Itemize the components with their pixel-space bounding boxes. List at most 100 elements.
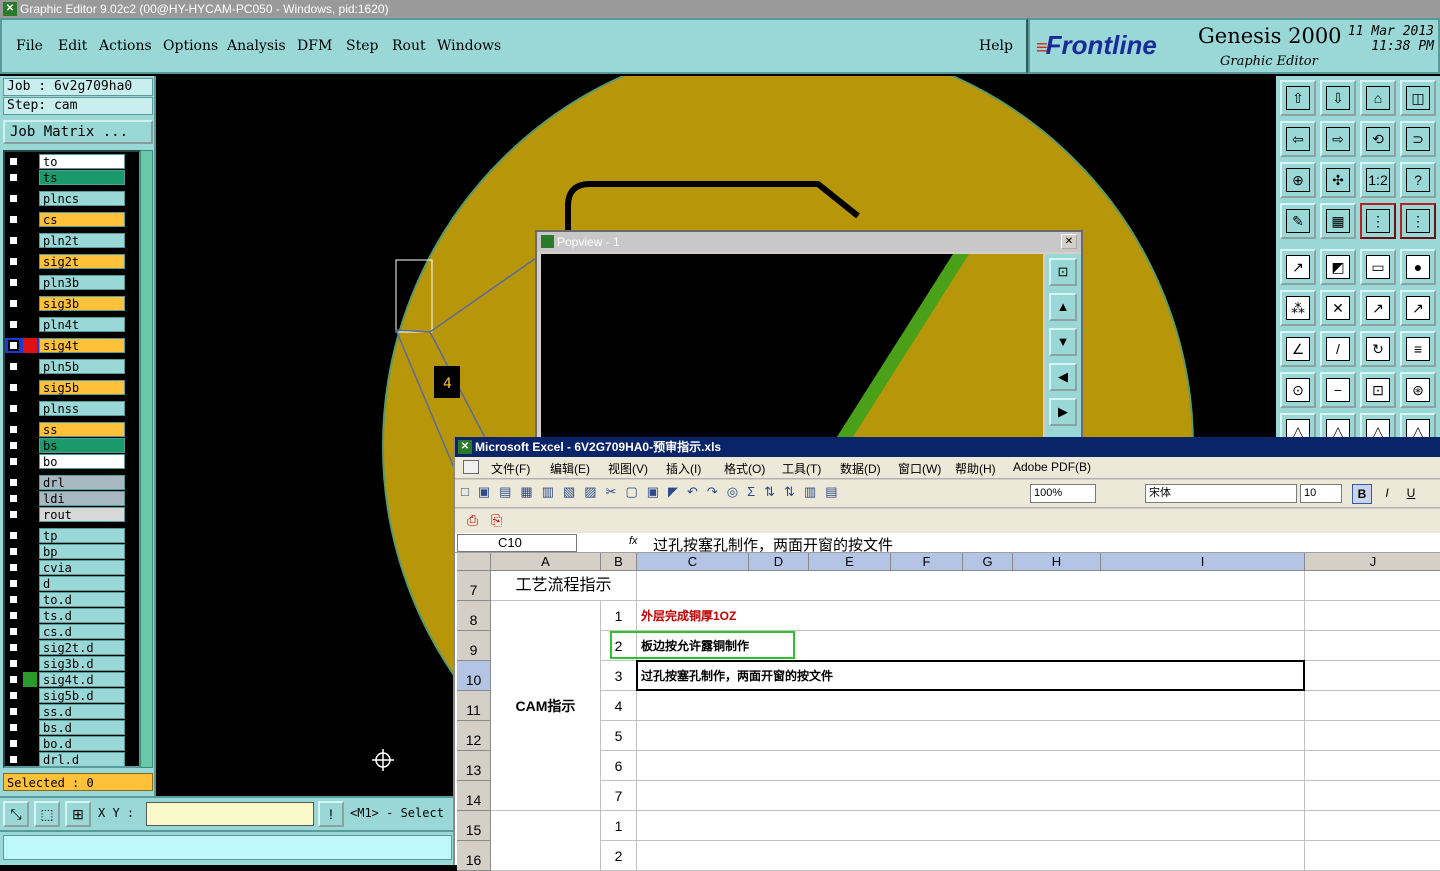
tool-button[interactable]: ⌂ — [1360, 80, 1396, 116]
row-header[interactable]: 7 — [457, 571, 491, 601]
status-input[interactable] — [3, 835, 452, 860]
layer-name[interactable]: bp — [39, 544, 125, 559]
tool-button[interactable]: ≡ — [1400, 331, 1436, 367]
layer-name[interactable]: sig2t.d — [39, 640, 125, 655]
layer-row[interactable]: sig2t.d — [5, 640, 125, 655]
layer-row[interactable]: pln2t — [5, 233, 125, 248]
cell-item-text[interactable] — [637, 811, 1305, 841]
cell-item-text[interactable] — [637, 841, 1305, 871]
tool-button[interactable]: ◫ — [1400, 80, 1436, 116]
layer-row[interactable]: bs — [5, 438, 125, 453]
excel-menu-view[interactable]: 视图(V) — [608, 460, 648, 477]
layer-checkbox[interactable] — [8, 340, 19, 351]
layer-checkbox[interactable] — [8, 594, 19, 605]
layer-checkbox[interactable] — [8, 658, 19, 669]
excel-menu-insert[interactable]: 插入(I) — [666, 460, 701, 477]
layer-name[interactable]: sig4t.d — [39, 672, 125, 687]
layer-name[interactable]: cs.d — [39, 624, 125, 639]
excel-menu-data[interactable]: 数据(D) — [840, 460, 881, 477]
layer-row[interactable]: sig2t — [5, 254, 125, 269]
layer-checkbox[interactable] — [8, 456, 19, 467]
layer-checkbox[interactable] — [8, 754, 19, 765]
italic-icon[interactable]: I — [1377, 484, 1397, 504]
column-header[interactable]: J — [1305, 553, 1440, 571]
info-icon[interactable]: ! — [318, 801, 344, 827]
popview-up-icon[interactable]: ▲ — [1049, 293, 1077, 321]
excel-menu-edit[interactable]: 编辑(E) — [550, 460, 590, 477]
cell-item-text[interactable] — [637, 691, 1305, 721]
layer-checkbox[interactable] — [8, 403, 19, 414]
tool-button[interactable]: ↗ — [1360, 290, 1396, 326]
layer-row[interactable]: drl.d — [5, 752, 125, 767]
layer-row[interactable]: ts — [5, 170, 125, 185]
tool-button[interactable]: ? — [1400, 162, 1436, 198]
layer-checkbox[interactable] — [8, 298, 19, 309]
tool-button[interactable]: ∠ — [1280, 331, 1316, 367]
menu-rout[interactable]: Rout — [392, 38, 426, 54]
layer-row[interactable]: cvia — [5, 560, 125, 575]
layer-row[interactable]: sig4t.d — [5, 672, 125, 687]
cell-item-number[interactable]: 1 — [601, 601, 637, 631]
cell-item-text[interactable]: 过孔按塞孔制作，两面开窗的按文件 — [637, 661, 1305, 691]
tool-button[interactable]: ⁂ — [1280, 290, 1316, 326]
select-all-corner[interactable] — [457, 553, 491, 571]
popview-right-icon[interactable]: ▶ — [1049, 398, 1077, 426]
tool-button[interactable]: ↗ — [1280, 249, 1316, 285]
layer-checkbox[interactable] — [8, 277, 19, 288]
popview-down-icon[interactable]: ▼ — [1049, 328, 1077, 356]
column-header[interactable]: I — [1101, 553, 1305, 571]
cell-j[interactable] — [1305, 841, 1440, 871]
cell-item-number[interactable]: 2 — [601, 841, 637, 871]
cell-item-text[interactable] — [637, 781, 1305, 811]
layer-name[interactable]: sig3b.d — [39, 656, 125, 671]
tool-button[interactable]: − — [1320, 372, 1356, 408]
layer-name[interactable]: cvia — [39, 560, 125, 575]
layer-checkbox[interactable] — [8, 642, 19, 653]
tool-button[interactable]: ⋮ — [1400, 203, 1436, 239]
tool-button[interactable]: ▭ — [1360, 249, 1396, 285]
zoom-select[interactable]: 100% — [1030, 484, 1096, 503]
excel-menu-format[interactable]: 格式(O) — [724, 460, 765, 477]
layer-name[interactable]: bo.d — [39, 736, 125, 751]
formula-input[interactable]: 过孔按塞孔制作，两面开窗的按文件 — [653, 534, 893, 555]
layer-checkbox[interactable] — [8, 509, 19, 520]
column-header[interactable]: A — [491, 553, 601, 571]
column-header[interactable]: B — [601, 553, 637, 571]
column-header[interactable]: D — [749, 553, 809, 571]
layer-row[interactable]: d — [5, 576, 125, 591]
menu-file[interactable]: File — [16, 38, 43, 54]
name-box[interactable]: C10 — [457, 534, 577, 552]
tool-button[interactable]: / — [1320, 331, 1356, 367]
menu-step[interactable]: Step — [346, 38, 378, 54]
popview-close-button[interactable]: ✕ — [1061, 234, 1077, 249]
layer-name[interactable]: sig5b — [39, 380, 125, 395]
row-header[interactable]: 13 — [457, 751, 491, 781]
layer-row[interactable]: sig4t — [5, 338, 125, 353]
layer-row[interactable]: tp — [5, 528, 125, 543]
layer-row[interactable]: pln3b — [5, 275, 125, 290]
layer-name[interactable]: tp — [39, 528, 125, 543]
layer-checkbox[interactable] — [8, 319, 19, 330]
cell-item-number[interactable]: 1 — [601, 811, 637, 841]
cell-j[interactable] — [1305, 661, 1440, 691]
layer-name[interactable]: bs.d — [39, 720, 125, 735]
layer-checkbox[interactable] — [8, 562, 19, 573]
layer-name[interactable]: ss.d — [39, 704, 125, 719]
cell-item-text[interactable]: 外层完成铜厚1OZ — [637, 601, 1305, 631]
column-header[interactable]: H — [1013, 553, 1101, 571]
layer-row[interactable]: to.d — [5, 592, 125, 607]
cell-j[interactable] — [1305, 721, 1440, 751]
excel-menu-adobe[interactable]: Adobe PDF(B) — [1013, 460, 1091, 474]
layer-checkbox[interactable] — [8, 156, 19, 167]
row-header[interactable]: 11 — [457, 691, 491, 721]
layer-checkbox[interactable] — [8, 546, 19, 557]
tool-button[interactable]: ⇩ — [1320, 80, 1356, 116]
layer-name[interactable]: to.d — [39, 592, 125, 607]
layer-name[interactable]: sig3b — [39, 296, 125, 311]
row-header[interactable]: 9 — [457, 631, 491, 661]
layer-name[interactable]: plnss — [39, 401, 125, 416]
layer-checkbox[interactable] — [8, 578, 19, 589]
xy-input[interactable] — [146, 802, 314, 826]
cell-item-number[interactable]: 5 — [601, 721, 637, 751]
menu-actions[interactable]: Actions — [99, 38, 152, 54]
